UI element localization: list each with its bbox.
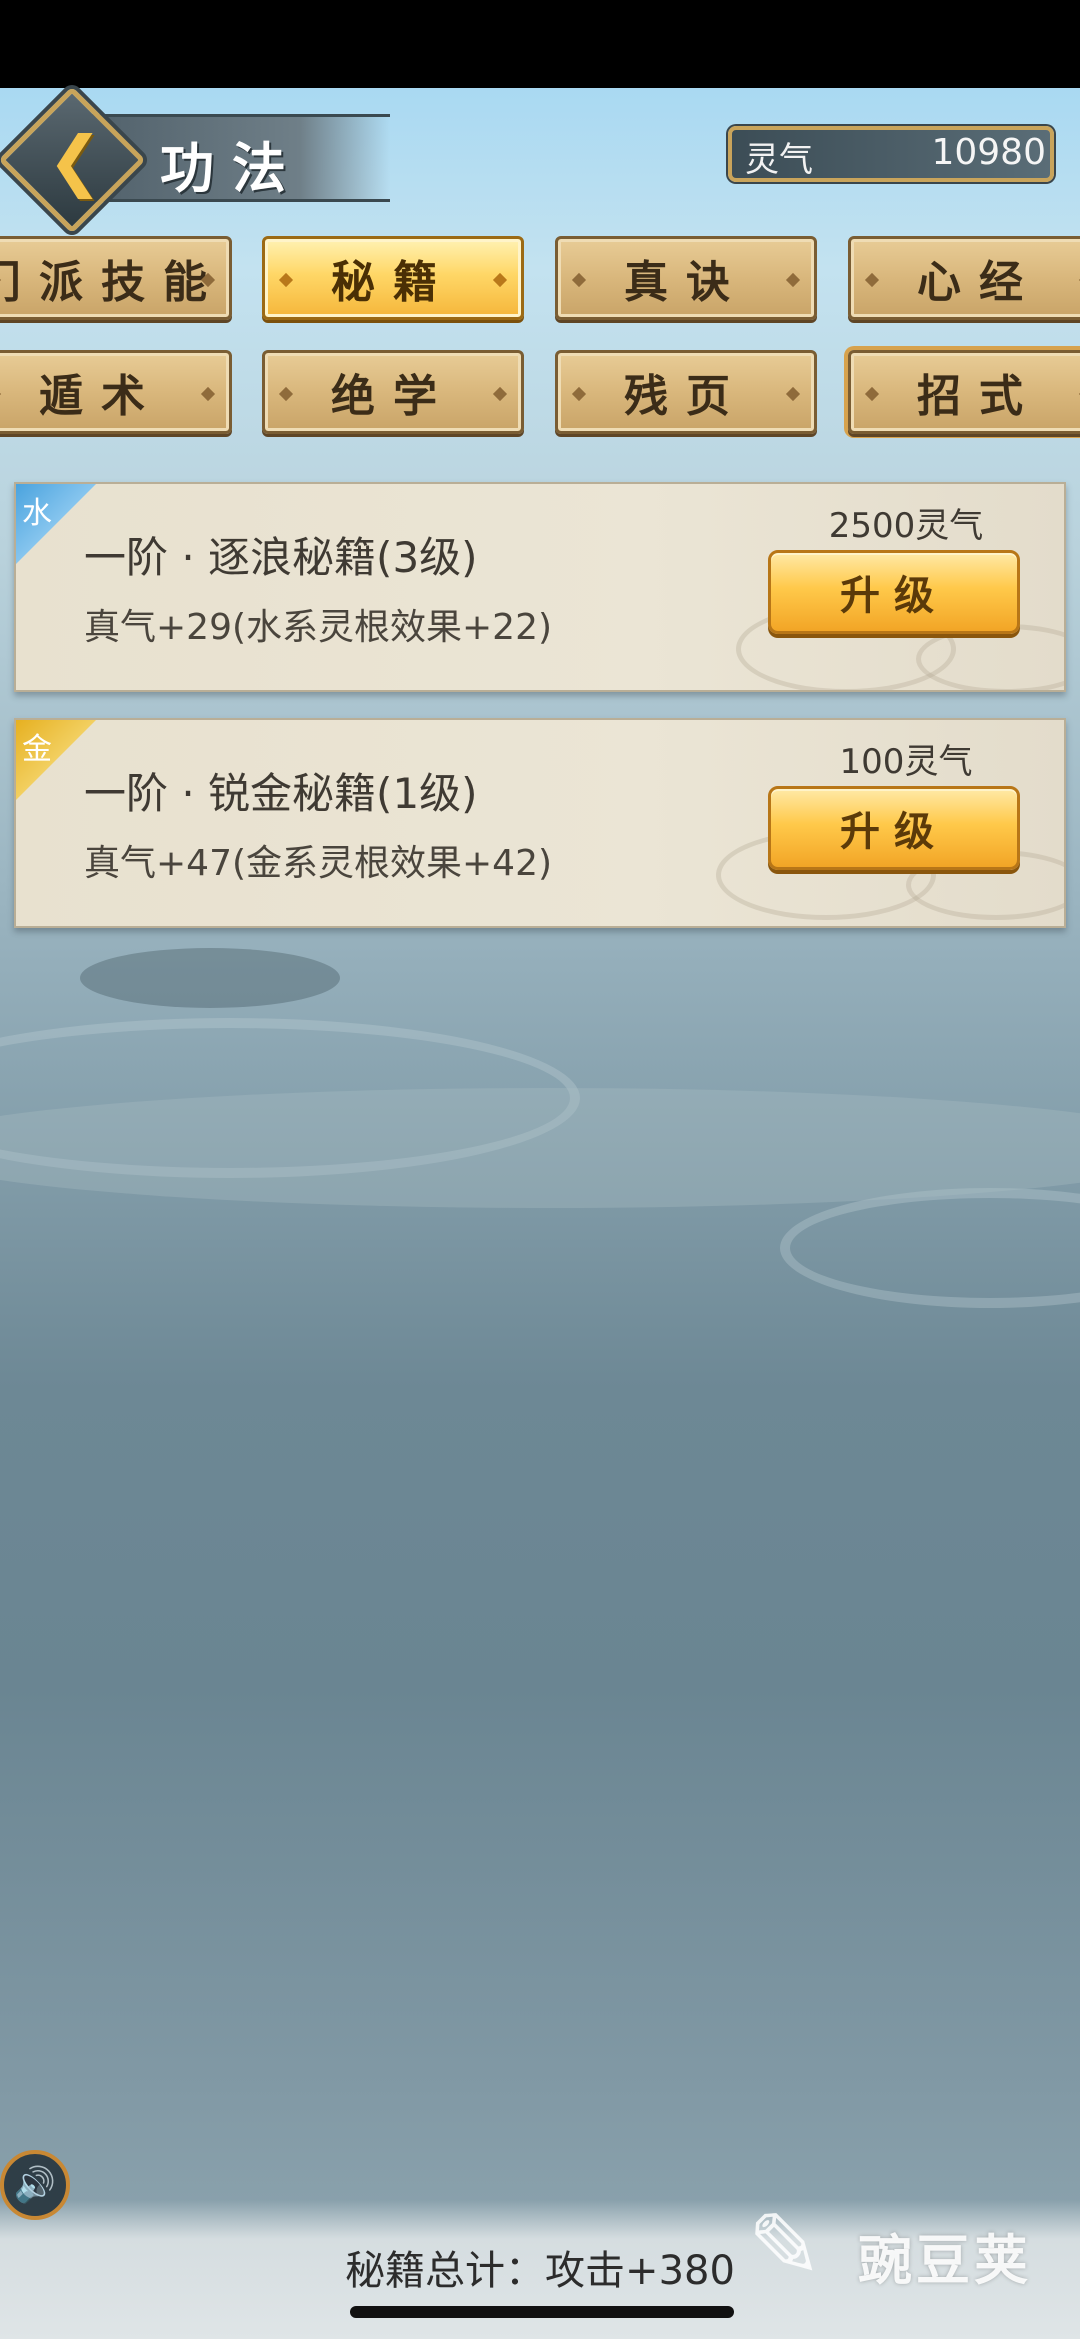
tab-heart-sutra[interactable]: 心经 (848, 236, 1080, 320)
mist-band (0, 1088, 1080, 1208)
tab-moves[interactable]: 招式 (848, 350, 1080, 434)
item-description: 真气+47(金系灵根效果+42) (84, 843, 553, 884)
list-item: 水 一阶 · 逐浪秘籍(3级) 真气+29(水系灵根效果+22) 2500灵气 … (14, 482, 1066, 692)
mist-cloud (780, 1188, 1080, 1308)
item-title: 一阶 · 逐浪秘籍(3级) (84, 533, 478, 582)
mist-cloud (0, 1018, 580, 1178)
item-description: 真气+29(水系灵根效果+22) (84, 607, 553, 648)
tab-escape-arts[interactable]: 遁术 (0, 350, 232, 434)
tab-remnant-pages[interactable]: 残页 (555, 350, 817, 434)
tab-sect-skills[interactable]: 门派技能 (0, 236, 232, 320)
mist-mountain (80, 948, 340, 1008)
upgrade-cost: 100灵气 (839, 742, 973, 782)
watermark-logo-icon: ✎ (747, 2194, 823, 2299)
item-title: 一阶 · 锐金秘籍(1级) (84, 769, 478, 818)
sound-button[interactable]: 🔊 (0, 2150, 70, 2220)
speaker-icon: 🔊 (13, 2165, 57, 2205)
tab-ultimate-arts[interactable]: 绝学 (262, 350, 524, 434)
upgrade-button[interactable]: 升级 (768, 786, 1020, 870)
upgrade-button[interactable]: 升级 (768, 550, 1020, 634)
tab-secret-books[interactable]: 秘籍 (262, 236, 524, 320)
chevron-left-icon[interactable]: ❮ (40, 128, 110, 198)
energy-label: 灵气 (745, 140, 813, 180)
element-label: 金 (22, 732, 52, 767)
list-item: 金 一阶 · 锐金秘籍(1级) 真气+47(金系灵根效果+42) 100灵气 升… (14, 718, 1066, 928)
upgrade-cost: 2500灵气 (828, 506, 984, 546)
element-label: 水 (22, 496, 52, 531)
tab-true-formula[interactable]: 真诀 (555, 236, 817, 320)
energy-value: 10980 (931, 132, 1046, 173)
home-indicator[interactable] (350, 2306, 734, 2318)
watermark-text: 豌豆荚 (858, 2229, 1032, 2292)
page-title: 功法 (160, 136, 304, 200)
